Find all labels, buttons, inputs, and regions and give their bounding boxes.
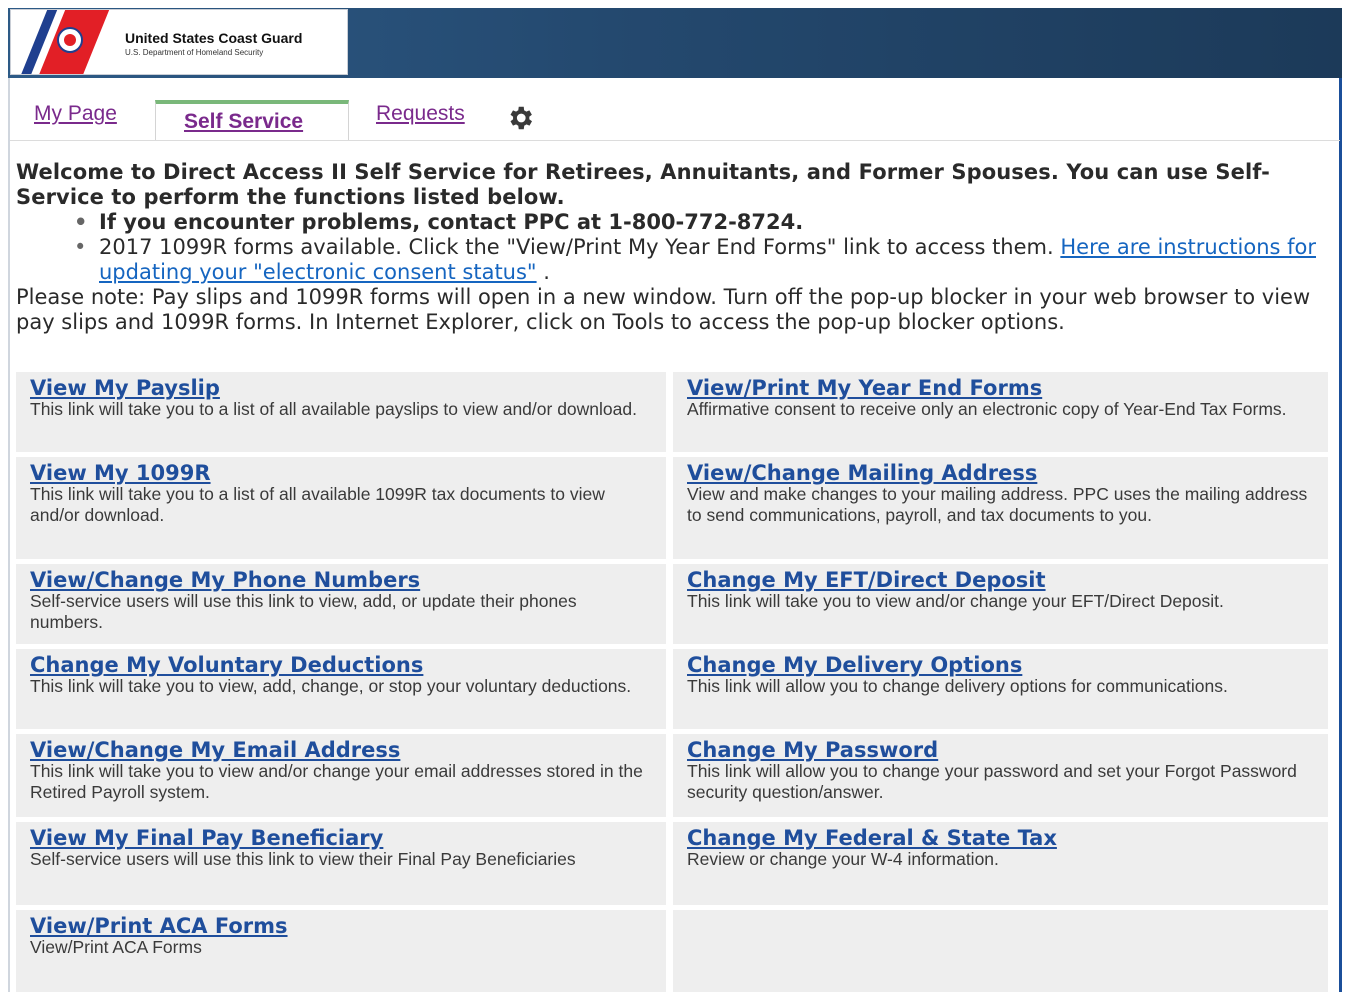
intro-section: Welcome to Direct Access II Self Service… (16, 160, 1334, 335)
notice-1099r-end: . (543, 260, 550, 284)
link-card: Change My Federal & State Tax Review or … (673, 822, 1328, 905)
gear-icon[interactable] (505, 103, 535, 133)
link-card: View/Print My Year End Forms Affirmative… (673, 372, 1328, 452)
org-subtitle: U.S. Department of Homeland Security (125, 48, 264, 57)
notice-1099r: 2017 1099R forms available. Click the "V… (16, 235, 1334, 285)
uscg-logo: United States Coast Guard U.S. Departmen… (10, 9, 348, 75)
link-description: View/Print ACA Forms (30, 937, 202, 957)
link-description: This link will take you to view and/or c… (30, 761, 643, 802)
link-card: View/Change Mailing Address View and mak… (673, 457, 1328, 559)
link-description: Self-service users will use this link to… (30, 591, 577, 632)
change-voluntary-deductions-link[interactable]: Change My Voluntary Deductions (30, 654, 652, 676)
link-description: Affirmative consent to receive only an e… (687, 399, 1287, 419)
link-card: View/Change My Phone Numbers Self-servic… (16, 564, 666, 644)
view-print-aca-forms-link[interactable]: View/Print ACA Forms (30, 915, 652, 937)
view-payslip-link[interactable]: View My Payslip (30, 377, 652, 399)
notice-1099r-text: 2017 1099R forms available. Click the "V… (99, 235, 1054, 259)
tab-bar: My Page Self Service Requests (10, 98, 1340, 141)
seal-icon (57, 27, 83, 53)
link-card: View My Payslip This link will take you … (16, 372, 666, 452)
link-description: This link will take you to a list of all… (30, 399, 637, 419)
link-card: View/Change My Email Address This link w… (16, 734, 666, 817)
notice-list: If you encounter problems, contact PPC a… (16, 210, 1334, 285)
change-email-address-link[interactable]: View/Change My Email Address (30, 739, 652, 761)
org-name: United States Coast Guard (125, 30, 303, 46)
view-final-pay-beneficiary-link[interactable]: View My Final Pay Beneficiary (30, 827, 652, 849)
empty-card (673, 910, 1328, 992)
welcome-text: Welcome to Direct Access II Self Service… (16, 160, 1270, 209)
change-eft-direct-deposit-link[interactable]: Change My EFT/Direct Deposit (687, 569, 1314, 591)
change-password-link[interactable]: Change My Password (687, 739, 1314, 761)
link-description: Review or change your W-4 information. (687, 849, 999, 869)
link-card: Change My EFT/Direct Deposit This link w… (673, 564, 1328, 644)
link-card: Change My Delivery Options This link wil… (673, 649, 1328, 729)
change-phone-numbers-link[interactable]: View/Change My Phone Numbers (30, 569, 652, 591)
link-card: View/Print ACA Forms View/Print ACA Form… (16, 910, 666, 992)
view-1099r-link[interactable]: View My 1099R (30, 462, 652, 484)
change-federal-state-tax-link[interactable]: Change My Federal & State Tax (687, 827, 1314, 849)
notice-contact: If you encounter problems, contact PPC a… (16, 210, 1334, 235)
link-card: Change My Password This link will allow … (673, 734, 1328, 817)
link-description: This link will take you to view and/or c… (687, 591, 1224, 611)
tab-my-page[interactable]: My Page (34, 102, 117, 126)
link-description: This link will allow you to change your … (687, 761, 1297, 802)
change-delivery-options-link[interactable]: Change My Delivery Options (687, 654, 1314, 676)
link-description: View and make changes to your mailing ad… (687, 484, 1308, 525)
link-description: This link will take you to a list of all… (30, 484, 605, 525)
link-card: View My Final Pay Beneficiary Self-servi… (16, 822, 666, 905)
change-mailing-address-link[interactable]: View/Change Mailing Address (687, 462, 1314, 484)
tab-self-service[interactable]: Self Service (155, 100, 349, 140)
popup-note: Please note: Pay slips and 1099R forms w… (16, 285, 1311, 334)
link-description: Self-service users will use this link to… (30, 849, 576, 869)
tab-self-service-label: Self Service (184, 110, 304, 133)
link-card: Change My Voluntary Deductions This link… (16, 649, 666, 729)
link-card: View My 1099R This link will take you to… (16, 457, 666, 559)
view-print-year-end-forms-link[interactable]: View/Print My Year End Forms (687, 377, 1314, 399)
tab-requests[interactable]: Requests (376, 102, 465, 126)
link-description: This link will allow you to change deliv… (687, 676, 1228, 696)
link-description: This link will take you to view, add, ch… (30, 676, 632, 696)
